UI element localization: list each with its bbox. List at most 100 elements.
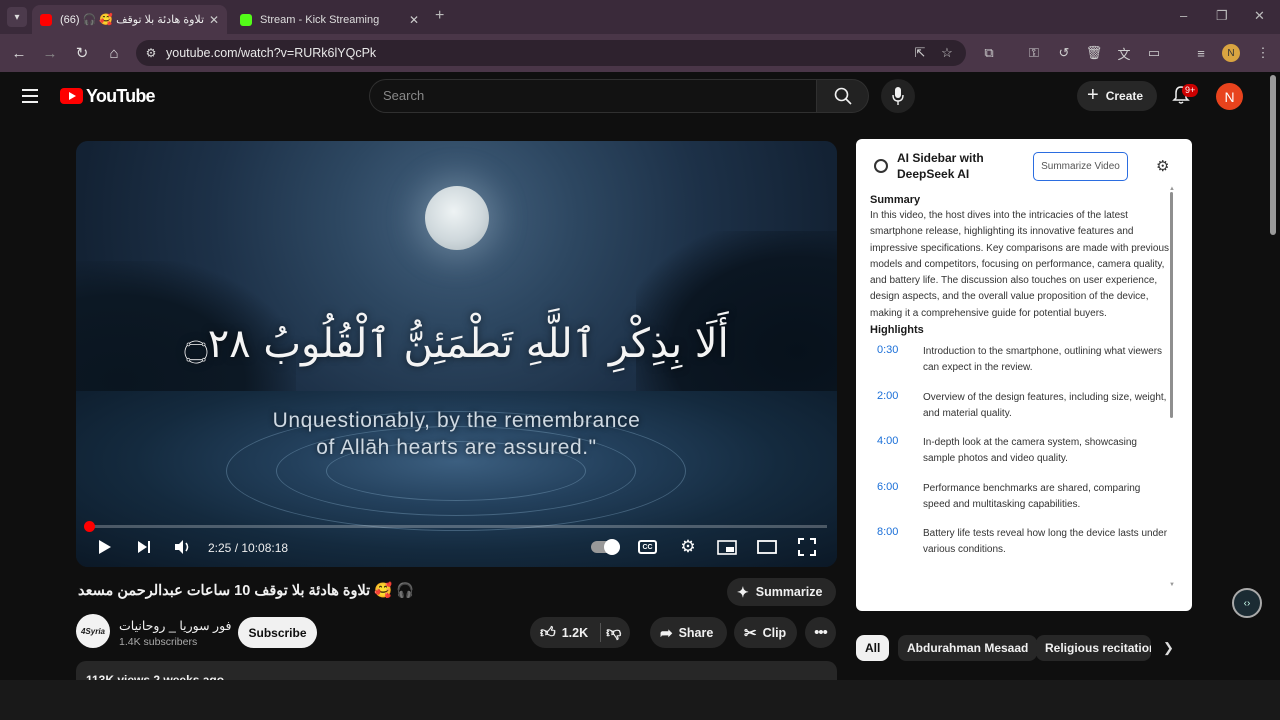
highlight-item: 4:00 In-depth look at the camera system, … xyxy=(870,429,1170,475)
page-scrollbar[interactable] xyxy=(1270,75,1276,235)
tab-title: Stream - Kick Streaming xyxy=(260,13,380,26)
site-info-icon[interactable]: ⚙ xyxy=(142,44,160,62)
highlight-timestamp[interactable]: 8:00 xyxy=(877,526,898,538)
highlight-timestamp[interactable]: 0:30 xyxy=(877,344,898,356)
theater-mode-button[interactable] xyxy=(757,537,777,557)
channel-avatar[interactable]: 4Syria xyxy=(76,614,110,648)
chevron-right-icon[interactable]: ❯ xyxy=(1163,640,1174,656)
install-app-icon[interactable]: ⇱ xyxy=(911,44,929,62)
extensions-icon[interactable]: ⧉ xyxy=(980,44,998,62)
channel-name[interactable]: فور سوريا _ روحانيات xyxy=(119,618,232,633)
chip-abdurahman-mesaad[interactable]: Abdurahman Mesaad xyxy=(898,635,1038,661)
settings-gear-icon[interactable]: ⚙ xyxy=(678,537,698,557)
restore-icon[interactable]: ❐ xyxy=(1216,8,1228,24)
captions-button[interactable]: CC xyxy=(638,540,657,554)
like-icon[interactable]: 👍︎ xyxy=(540,624,556,642)
highlight-timestamp[interactable]: 2:00 xyxy=(877,390,898,402)
close-window-icon[interactable]: ✕ xyxy=(1254,8,1265,24)
subscriber-count: 1.4K subscribers xyxy=(119,636,198,648)
summary-heading: Summary xyxy=(870,194,921,206)
password-key-icon[interactable]: ⚿ xyxy=(1025,44,1043,62)
autoplay-toggle[interactable] xyxy=(591,539,620,555)
notification-badge: 9+ xyxy=(1182,84,1199,97)
minimize-icon[interactable]: – xyxy=(1180,8,1187,23)
highlight-text: Performance benchmarks are shared, compa… xyxy=(923,482,1141,510)
highlights-heading: Highlights xyxy=(870,324,924,337)
tab-search-button[interactable]: ▾ xyxy=(7,7,27,27)
reload-icon[interactable]: ↻ xyxy=(73,44,91,62)
translation-line: Unquestionably, by the remembrance xyxy=(272,409,641,432)
miniplayer-button[interactable] xyxy=(717,537,737,557)
next-button[interactable] xyxy=(134,537,154,557)
youtube-logo-icon[interactable] xyxy=(60,88,83,104)
scrubber-handle[interactable] xyxy=(84,521,95,532)
highlight-text: Overview of the design features, includi… xyxy=(923,391,1167,419)
highlight-item: 8:00 Battery life tests reveal how long t… xyxy=(870,520,1170,566)
sidebar-content: Summary In this video, the host dives in… xyxy=(870,194,1170,566)
subscribe-button[interactable]: Subscribe xyxy=(238,617,317,648)
highlight-text: Introduction to the smartphone, outlinin… xyxy=(923,346,1163,374)
search-placeholder: Search xyxy=(383,88,425,103)
search-icon xyxy=(834,87,852,105)
dislike-icon[interactable]: 👎︎ xyxy=(606,624,621,642)
sidebar-scrollbar[interactable] xyxy=(1170,192,1173,418)
close-tab-icon[interactable]: ✕ xyxy=(209,13,219,27)
scroll-down-arrow-icon[interactable]: ▼ xyxy=(1169,582,1175,588)
home-icon[interactable]: ⌂ xyxy=(105,44,123,62)
search-button[interactable] xyxy=(816,79,869,113)
like-divider xyxy=(600,623,601,642)
highlight-item: 6:00 Performance benchmarks are shared, c… xyxy=(870,475,1170,521)
profile-icon[interactable]: N xyxy=(1222,44,1240,62)
chip-religious-recitation[interactable]: Religious recitation xyxy=(1036,635,1151,661)
youtube-favicon-icon xyxy=(40,13,52,26)
share-icon: ➦ xyxy=(660,624,673,642)
translate-icon[interactable]: 文 xyxy=(1115,44,1133,62)
fullscreen-button[interactable] xyxy=(797,537,817,557)
chip-all[interactable]: All xyxy=(856,635,890,661)
bookmark-star-icon[interactable]: ☆ xyxy=(938,44,956,62)
url-text: youtube.com/watch?v=RURk6lYQcPk xyxy=(166,46,377,60)
video-player[interactable]: أَلَا بِذِكْرِ ٱللَّهِ تَطْمَئِنُّ ٱلْقُ… xyxy=(76,141,837,567)
account-avatar[interactable]: N xyxy=(1216,83,1243,110)
next-icon xyxy=(138,541,150,553)
play-button[interactable] xyxy=(95,537,115,557)
browser-menu-icon[interactable]: ⋮ xyxy=(1254,44,1272,62)
plus-icon: + xyxy=(1087,83,1099,106)
sidebar-title: AI Sidebar with DeepSeek AI xyxy=(897,151,984,181)
search-input[interactable] xyxy=(369,79,817,113)
delete-icon[interactable]: 🗑 xyxy=(1085,44,1103,62)
sidebar-settings-icon[interactable]: ⚙ xyxy=(1156,157,1169,175)
tab-youtube[interactable]: تلاوة هادئة بلا توقف 🥰 🎧 (66) ✕ xyxy=(32,5,227,34)
clip-button[interactable]: ✂ Clip xyxy=(734,617,797,648)
clip-label: Clip xyxy=(762,625,787,640)
new-tab-icon[interactable]: + xyxy=(435,7,444,25)
verse-arabic-text: أَلَا بِذِكْرِ ٱللَّهِ تَطْمَئِنُّ ٱلْقُ… xyxy=(184,321,729,367)
fullscreen-icon xyxy=(798,538,816,556)
microphone-icon xyxy=(892,87,904,105)
voice-search-button[interactable] xyxy=(881,79,915,113)
create-button[interactable]: + Create xyxy=(1077,81,1157,111)
menu-hamburger-icon[interactable] xyxy=(22,89,38,107)
reading-list-icon[interactable]: ≡ xyxy=(1192,44,1210,62)
theater-icon xyxy=(757,540,777,554)
tab-kick[interactable]: Stream - Kick Streaming ✕ xyxy=(232,5,427,34)
youtube-logo-text[interactable]: YouTube xyxy=(86,86,156,107)
floating-extension-icon[interactable]: ‹› xyxy=(1232,588,1262,618)
screen-icon[interactable]: ▭ xyxy=(1145,44,1163,62)
close-tab-icon[interactable]: ✕ xyxy=(409,13,419,27)
summarize-video-button[interactable]: Summarize Video xyxy=(1033,152,1128,181)
translation-line: of Allāh hearts are assured." xyxy=(316,436,597,459)
history-icon[interactable]: ↺ xyxy=(1055,44,1073,62)
highlight-timestamp[interactable]: 4:00 xyxy=(877,435,898,447)
back-icon[interactable]: ← xyxy=(10,44,28,62)
like-count[interactable]: 1.2K xyxy=(562,626,588,640)
summarize-button[interactable]: ✦ Summarize xyxy=(727,578,836,606)
volume-button[interactable] xyxy=(173,537,193,557)
highlight-timestamp[interactable]: 6:00 xyxy=(877,481,898,493)
taskbar-strip xyxy=(0,680,1280,720)
progress-bar[interactable] xyxy=(88,525,827,528)
highlight-item: 2:00 Overview of the design features, inc… xyxy=(870,384,1170,430)
share-button[interactable]: ➦ Share xyxy=(650,617,727,648)
forward-icon[interactable]: → xyxy=(41,44,59,62)
more-actions-button[interactable]: ••• xyxy=(805,617,836,648)
